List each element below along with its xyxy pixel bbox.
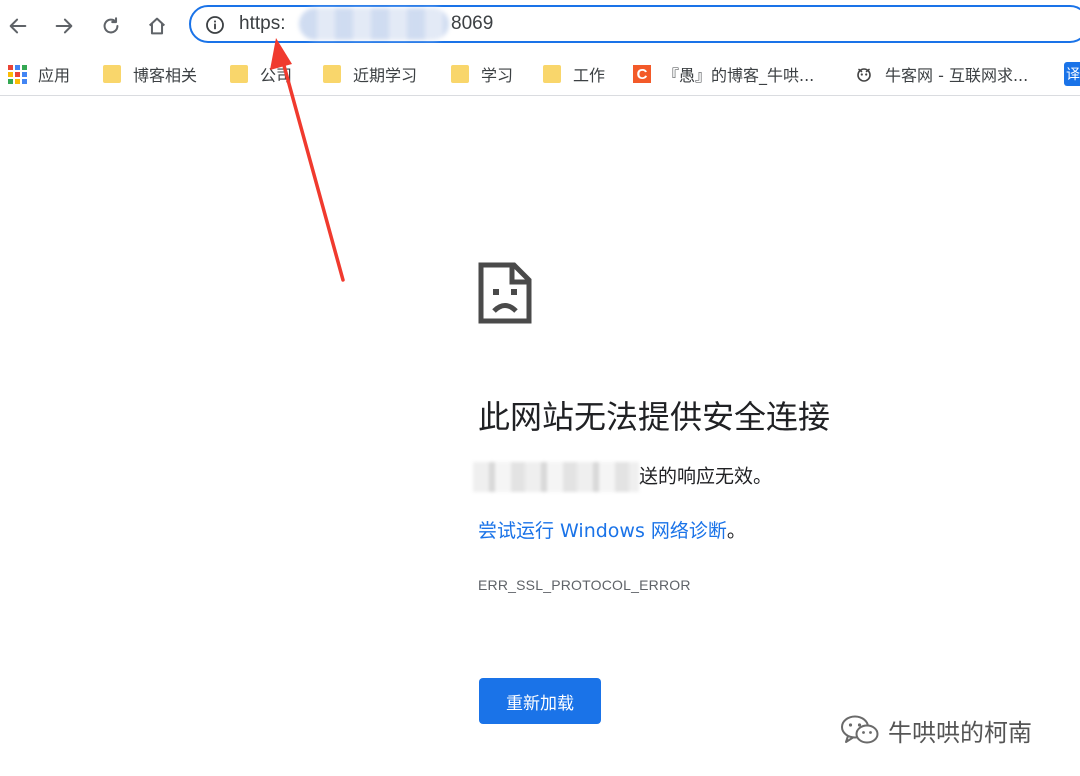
error-code: ERR_SSL_PROTOCOL_ERROR [478, 577, 691, 593]
annotation-arrow [270, 38, 345, 282]
error-detail: 送的响应无效。 [473, 462, 773, 492]
redacted-host-blur [299, 8, 449, 40]
bookmark-apps[interactable]: 应用 [8, 62, 70, 86]
bookmark-folder-work[interactable]: 工作 [543, 62, 605, 86]
bookmark-label: 博客相关 [133, 66, 198, 85]
bookmark-label: 学习 [481, 66, 514, 85]
info-icon[interactable] [205, 15, 225, 35]
bookmark-label: 工作 [573, 66, 606, 85]
bookmark-folder-recent-study[interactable]: 近期学习 [323, 62, 417, 86]
apps-grid-icon [8, 65, 27, 84]
bookmark-label: 近期学习 [353, 66, 418, 85]
watermark-text: 牛哄哄的柯南 [888, 718, 1032, 747]
diagnose-suffix: 。 [726, 520, 746, 542]
bookmark-nowcoder[interactable]: 牛客网 - 互联网求... [855, 62, 1028, 86]
reload-button[interactable]: 重新加载 [479, 678, 601, 724]
folder-icon [103, 65, 121, 83]
error-detail-text: 送的响应无效。 [639, 465, 773, 488]
nowcoder-icon [857, 68, 871, 82]
diagnose-line: 尝试运行 Windows 网络诊断。 [478, 516, 746, 543]
windows-diagnostics-link[interactable]: 尝试运行 Windows 网络诊断 [478, 520, 727, 542]
folder-icon [543, 65, 561, 83]
redacted-host-blur [473, 462, 639, 492]
watermark: 牛哄哄的柯南 [840, 710, 1032, 750]
forward-arrow-icon [55, 18, 73, 34]
wechat-icon [841, 715, 879, 744]
bookmarks-bar: 应用 博客相关 公司 近期学习 学习 工作 C 『愚』的博客_牛哄... 牛客网… [0, 54, 1080, 96]
reload-button-toolbar[interactable] [99, 8, 123, 44]
bookmark-folder-study[interactable]: 学习 [451, 62, 513, 86]
bookmark-folder-company[interactable]: 公司 [230, 62, 292, 86]
reload-icon [103, 17, 119, 34]
url-scheme-text: https: [239, 13, 286, 34]
address-bar[interactable]: https: 8069 [189, 5, 1080, 43]
bookmark-overflow[interactable]: 译 [1064, 62, 1080, 86]
bookmark-label: 应用 [38, 66, 71, 85]
folder-icon [451, 65, 469, 83]
error-title: 此网站无法提供安全连接 [478, 398, 831, 436]
bookmark-folder-blog[interactable]: 博客相关 [103, 62, 197, 86]
csdn-icon: C [633, 65, 651, 83]
folder-icon [323, 65, 341, 83]
bookmark-label: 公司 [260, 66, 293, 85]
browser-toolbar: https: 8069 [0, 0, 1080, 54]
back-button[interactable] [6, 8, 30, 44]
bookmark-csdn-blog[interactable]: C 『愚』的博客_牛哄... [633, 62, 814, 86]
sad-document-icon [478, 262, 532, 324]
translate-icon: 译 [1064, 62, 1080, 86]
home-button[interactable] [145, 8, 169, 44]
forward-button[interactable] [52, 8, 76, 44]
bookmark-label: 『愚』的博客_牛哄... [663, 66, 815, 85]
url-port-text: 8069 [451, 13, 494, 34]
home-icon [148, 17, 166, 35]
folder-icon [230, 65, 248, 83]
back-arrow-icon [9, 18, 27, 34]
bookmark-label: 牛客网 - 互联网求... [885, 66, 1029, 85]
